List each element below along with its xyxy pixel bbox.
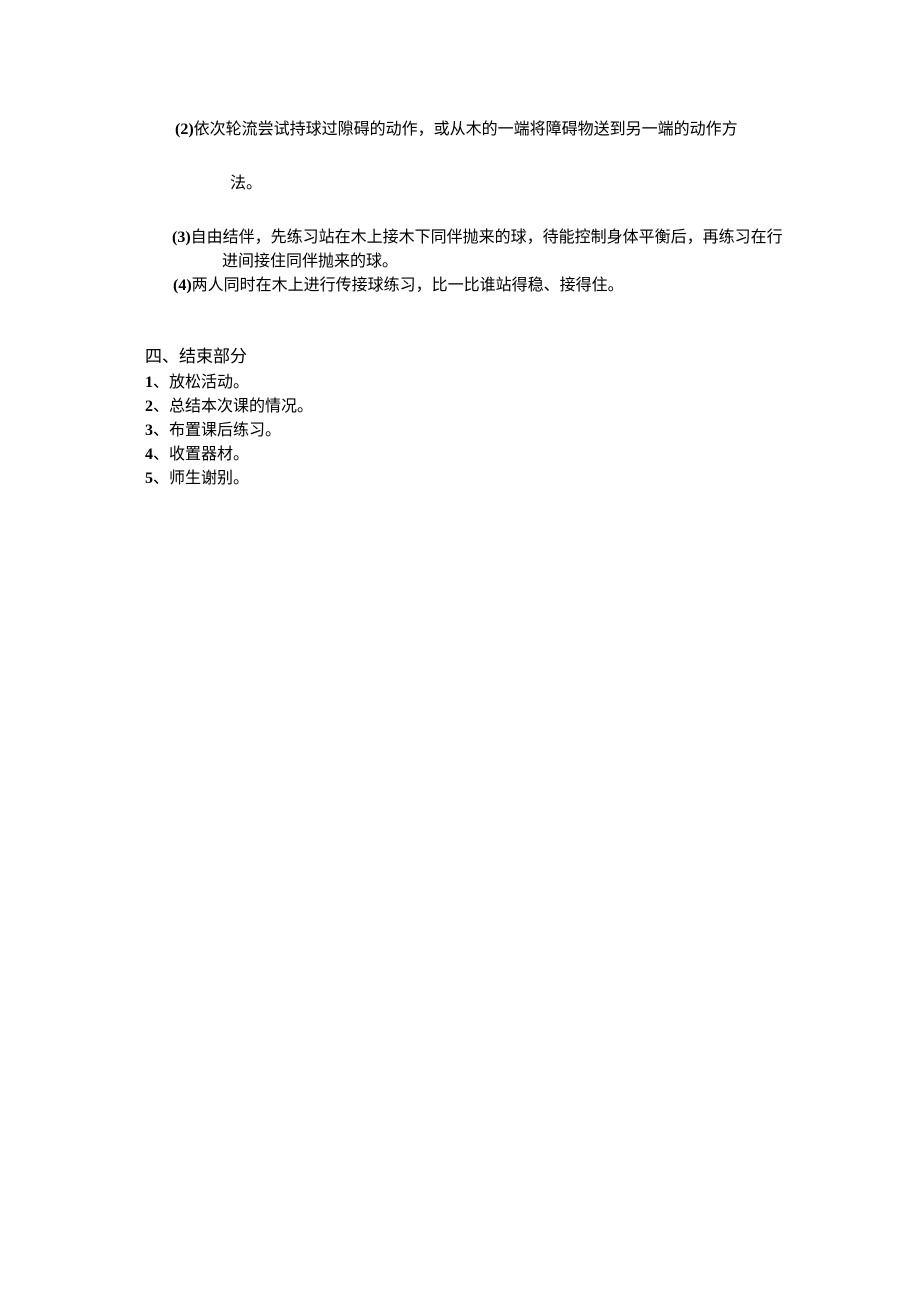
item-2-text-2: 法。: [230, 175, 262, 192]
ending-num-2: 2: [145, 398, 153, 415]
item-2-marker: (2): [175, 121, 194, 138]
ending-item-2: 2、总结本次课的情况。: [145, 395, 820, 419]
ending-sep-3: 、: [153, 422, 169, 439]
item-4-text: 两人同时在木上进行传接球练习，比一比谁站得稳、接得住。: [192, 277, 624, 294]
item-2-line-1: (2)依次轮流尝试持球过隙碍的动作，或从木的一端将障碍物送到另一端的动作方: [145, 118, 820, 142]
ending-num-4: 4: [145, 446, 153, 463]
ending-text-2: 总结本次课的情况。: [169, 398, 313, 415]
ending-item-4: 4、收置器材。: [145, 443, 820, 467]
item-3-marker: (3): [172, 229, 191, 246]
ending-num-1: 1: [145, 374, 153, 391]
section-4-title: 四、结束部分: [145, 344, 820, 370]
item-2-line-2: 法。: [145, 172, 820, 196]
ending-sep-2: 、: [153, 398, 169, 415]
ending-item-3: 3、布置课后练习。: [145, 419, 820, 443]
item-3-line-1: (3)自由结伴，先练习站在木上接木下同伴抛来的球，待能控制身体平衡后，再练习在行: [172, 226, 820, 250]
item-4-marker: (4): [173, 277, 192, 294]
item-3-text-1: 自由结伴，先练习站在木上接木下同伴抛来的球，待能控制身体平衡后，再练习在行: [191, 229, 783, 246]
ending-text-4: 收置器材。: [169, 446, 249, 463]
ending-text-5: 师生谢别。: [169, 470, 249, 487]
practice-item-4: (4)两人同时在木上进行传接球练习，比一比谁站得稳、接得住。: [145, 274, 820, 298]
ending-item-5: 5、师生谢别。: [145, 467, 820, 491]
ending-num-3: 3: [145, 422, 153, 439]
practice-item-3: (3)自由结伴，先练习站在木上接木下同伴抛来的球，待能控制身体平衡后，再练习在行…: [145, 226, 820, 274]
ending-text-1: 放松活动。: [169, 374, 249, 391]
ending-sep-1: 、: [153, 374, 169, 391]
item-2-text-1: 依次轮流尝试持球过隙碍的动作，或从木的一端将障碍物送到另一端的动作方: [194, 121, 738, 138]
ending-item-1: 1、放松活动。: [145, 371, 820, 395]
ending-num-5: 5: [145, 470, 153, 487]
practice-item-2: (2)依次轮流尝试持球过隙碍的动作，或从木的一端将障碍物送到另一端的动作方 法。: [145, 118, 820, 196]
item-3-text-2: 进间接住同伴抛来的球。: [222, 253, 398, 270]
ending-text-3: 布置课后练习。: [169, 422, 281, 439]
ending-sep-4: 、: [153, 446, 169, 463]
item-3-line-2: 进间接住同伴抛来的球。: [172, 250, 820, 274]
ending-sep-5: 、: [153, 470, 169, 487]
